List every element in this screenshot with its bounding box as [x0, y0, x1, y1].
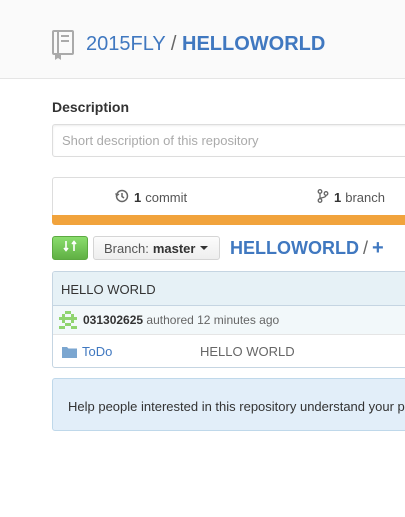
commit-author-line: 031302625 authored 12 minutes ago — [83, 313, 279, 327]
file-row: ToDo HELLO WORLD — [53, 335, 405, 367]
history-icon — [115, 189, 134, 206]
commits-label: commit — [145, 190, 188, 205]
folder-icon — [62, 346, 77, 361]
branch-icon — [317, 189, 334, 206]
readme-prompt: Help people interested in this repositor… — [52, 378, 405, 431]
breadcrumb-separator: / — [362, 238, 368, 258]
commit-author-link[interactable]: 031302625 — [83, 313, 143, 327]
commits-link[interactable]: 1 commit — [115, 189, 187, 206]
branches-count: 1 — [334, 190, 342, 205]
branch-select-label: Branch: — [104, 240, 149, 256]
branches-link[interactable]: 1 branch — [317, 189, 385, 206]
repo-header: 2015FLY / HELLOWORLD — [0, 0, 405, 79]
page: 2015FLY / HELLOWORLD Description 1 commi… — [0, 0, 405, 517]
repo-book-icon — [51, 30, 76, 60]
new-file-button[interactable]: + — [372, 237, 384, 259]
branch-select-button[interactable]: Branch: master — [93, 236, 220, 260]
description-label: Description — [52, 99, 130, 115]
branches-label: branch — [345, 190, 385, 205]
branch-select-value: master — [152, 240, 196, 256]
repo-title: 2015FLY / HELLOWORLD — [86, 31, 325, 57]
avatar[interactable] — [59, 311, 77, 329]
breadcrumb-root-link[interactable]: HELLOWORLD — [230, 238, 359, 258]
title-separator: / — [170, 33, 177, 55]
breadcrumb: HELLOWORLD / + — [230, 236, 384, 260]
readme-prompt-text: Help people interested in this repositor… — [68, 399, 405, 414]
repo-owner-link[interactable]: 2015FLY — [86, 33, 165, 55]
language-bar[interactable] — [52, 215, 405, 225]
compare-button[interactable] — [52, 236, 88, 260]
file-commit-message[interactable]: HELLO WORLD — [200, 344, 295, 359]
repo-name-link[interactable]: HELLOWORLD — [182, 33, 325, 55]
compare-icon — [63, 239, 77, 258]
commit-authored-time: authored 12 minutes ago — [146, 313, 280, 327]
caret-down-icon — [200, 246, 209, 250]
latest-commit-message[interactable]: HELLO WORLD — [53, 272, 405, 306]
latest-commit-meta: 031302625 authored 12 minutes ago — [53, 306, 405, 335]
repo-summary: 1 commit 1 branch — [52, 177, 405, 215]
commit-message-text: HELLO WORLD — [61, 282, 156, 297]
file-table: HELLO WORLD 031302625 authored 12 minute… — [52, 271, 405, 368]
file-name-link[interactable]: ToDo — [82, 344, 112, 359]
commits-count: 1 — [134, 190, 142, 205]
description-input[interactable] — [52, 124, 405, 157]
